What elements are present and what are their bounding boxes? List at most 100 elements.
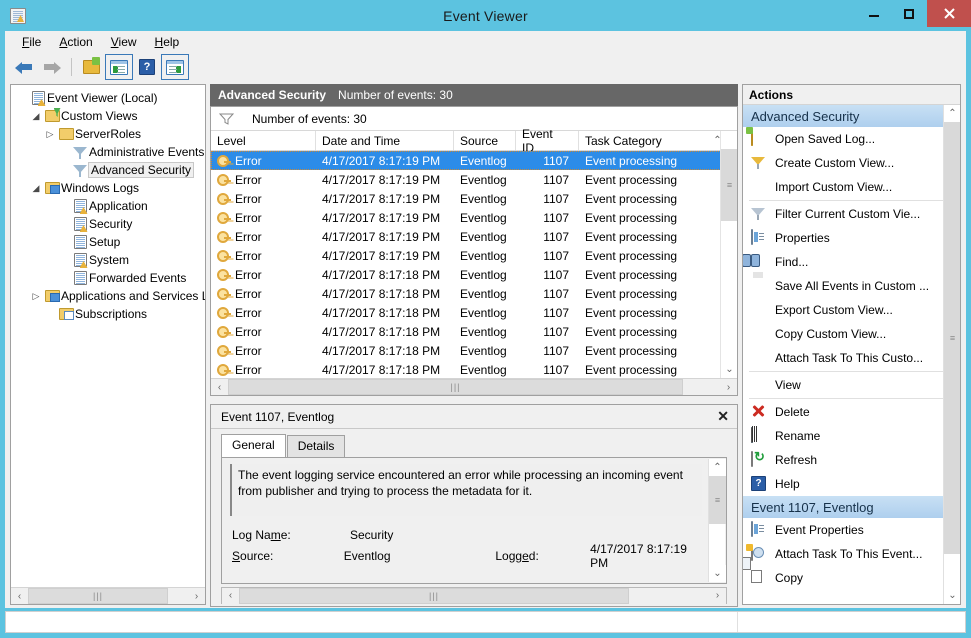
column-header-event-id[interactable]: Event ID (516, 127, 579, 155)
column-header-source[interactable]: Source (454, 131, 516, 150)
actions-pane: Actions Advanced Security ▲ Open Saved L… (742, 84, 961, 605)
action-attach-task-to-this-custom-view[interactable]: Attach Task To This Custo... (743, 346, 960, 370)
action-copy-custom-view[interactable]: Copy Custom View... (743, 322, 960, 346)
scroll-up-button[interactable]: ⌃ (944, 105, 960, 122)
action-properties[interactable]: Properties (743, 226, 960, 250)
action-label: Delete (775, 405, 810, 419)
tab-details[interactable]: Details (286, 435, 346, 457)
scroll-left-button[interactable]: ‹ (11, 588, 28, 604)
event-list-vertical-scrollbar[interactable]: ≡ ⌄ (720, 131, 737, 378)
scroll-right-button[interactable]: › (188, 588, 205, 604)
detail-vertical-scrollbar[interactable]: ⌃ ≡ ⌄ (708, 459, 726, 582)
actions-group-header-advanced-security[interactable]: Advanced Security ▲ (743, 105, 960, 127)
close-icon[interactable]: ✕ (717, 408, 729, 425)
table-row[interactable]: Error 4/17/2017 8:17:19 PM Eventlog 1107… (211, 189, 737, 208)
show-hide-console-tree-button[interactable] (105, 54, 133, 80)
open-folder-button[interactable] (78, 55, 104, 79)
sidebar-item-subscriptions[interactable]: Subscriptions (15, 305, 205, 323)
chevron-right-icon[interactable]: ▷ (29, 291, 43, 302)
close-button[interactable] (927, 0, 971, 27)
table-row[interactable]: Error 4/17/2017 8:17:19 PM Eventlog 1107… (211, 227, 737, 246)
action-export-custom-view[interactable]: Export Custom View... (743, 298, 960, 322)
action-delete[interactable]: Delete (743, 400, 960, 424)
table-row[interactable]: Error 4/17/2017 8:17:18 PM Eventlog 1107… (211, 303, 737, 322)
table-row[interactable]: Error 4/17/2017 8:17:19 PM Eventlog 1107… (211, 151, 737, 170)
table-row[interactable]: Error 4/17/2017 8:17:18 PM Eventlog 1107… (211, 322, 737, 341)
scroll-down-button[interactable]: ⌄ (709, 565, 726, 582)
sidebar-item-security[interactable]: Security (15, 215, 205, 233)
tree-horizontal-scrollbar[interactable]: ‹ ||| › (11, 587, 205, 604)
scroll-right-button[interactable]: › (720, 379, 737, 395)
sidebar-item-application[interactable]: Application (15, 197, 205, 215)
action-save-all-events[interactable]: Save All Events in Custom ... (743, 274, 960, 298)
menu-file[interactable]: File (13, 33, 50, 51)
chevron-down-icon[interactable]: ◢ (29, 183, 43, 194)
scroll-up-button[interactable]: ⌃ (709, 459, 726, 476)
scroll-left-button[interactable]: ‹ (222, 587, 239, 604)
column-header-date-and-time[interactable]: Date and Time (316, 131, 454, 150)
chevron-right-icon[interactable]: ▷ (43, 129, 57, 140)
menu-view[interactable]: View (102, 33, 146, 51)
scroll-left-button[interactable]: ‹ (211, 379, 228, 395)
action-help[interactable]: ? Help ▶ (743, 472, 960, 496)
scroll-thumb[interactable]: ≡ (944, 122, 960, 554)
menu-action[interactable]: Action (50, 33, 101, 51)
scroll-thumb[interactable]: ||| (228, 379, 683, 395)
maximize-button[interactable] (892, 0, 925, 27)
action-import-custom-view[interactable]: Import Custom View... (743, 175, 960, 199)
filter-summary-bar[interactable]: Number of events: 30 (211, 107, 737, 131)
forward-button[interactable] (39, 55, 65, 79)
sidebar-item-applications-and-services-logs[interactable]: ▷ Applications and Services Lo (15, 287, 205, 305)
table-row[interactable]: Error 4/17/2017 8:17:18 PM Eventlog 1107… (211, 284, 737, 303)
help-button[interactable]: ? (134, 55, 160, 79)
table-row[interactable]: Error 4/17/2017 8:17:19 PM Eventlog 1107… (211, 208, 737, 227)
table-row[interactable]: Error 4/17/2017 8:17:19 PM Eventlog 1107… (211, 170, 737, 189)
scroll-thumb[interactable]: ≡ (709, 476, 726, 524)
table-row[interactable]: Error 4/17/2017 8:17:18 PM Eventlog 1107… (211, 360, 737, 379)
sidebar-item-forwarded-events[interactable]: Forwarded Events (15, 269, 205, 287)
action-refresh[interactable]: Refresh (743, 448, 960, 472)
sidebar-item-setup[interactable]: Setup (15, 233, 205, 251)
action-rename[interactable]: Rename (743, 424, 960, 448)
column-header-task-category[interactable]: Task Category (579, 131, 709, 150)
scroll-right-button[interactable]: › (709, 587, 726, 604)
tab-general[interactable]: General (221, 434, 286, 457)
action-open-saved-log[interactable]: Open Saved Log... (743, 127, 960, 151)
action-attach-task-to-this-event[interactable]: Attach Task To This Event... (743, 542, 960, 566)
scroll-down-button[interactable]: ⌄ (944, 587, 960, 604)
table-row[interactable]: Error 4/17/2017 8:17:18 PM Eventlog 1107… (211, 341, 737, 360)
action-filter-current-custom-view[interactable]: Filter Current Custom Vie... (743, 202, 960, 226)
sidebar-item-serverroles[interactable]: ▷ ServerRoles (15, 125, 205, 143)
sidebar-item-system[interactable]: System (15, 251, 205, 269)
sidebar-item-windows-logs[interactable]: ◢ Windows Logs (15, 179, 205, 197)
sidebar-item-custom-views[interactable]: ◢ Custom Views (15, 107, 205, 125)
action-view[interactable]: View ▶ (743, 373, 960, 397)
actions-vertical-scrollbar[interactable]: ⌃ ≡ ⌄ (943, 105, 960, 604)
detail-horizontal-scrollbar[interactable]: ‹ ||| › (221, 587, 727, 604)
chevron-down-icon[interactable]: ◢ (29, 111, 43, 122)
scroll-track[interactable]: ||| (228, 379, 720, 395)
table-row[interactable]: Error 4/17/2017 8:17:18 PM Eventlog 1107… (211, 265, 737, 284)
minimize-button[interactable] (857, 0, 890, 27)
scroll-thumb[interactable]: ||| (239, 587, 629, 604)
event-list-horizontal-scrollbar[interactable]: ‹ ||| › (211, 378, 737, 395)
actions-group-header-event[interactable]: Event 1107, Eventlog ▲ (743, 496, 960, 518)
action-copy[interactable]: Copy ▶ (743, 566, 960, 590)
scroll-thumb[interactable]: ≡ (721, 149, 737, 221)
scroll-track[interactable]: ||| (239, 587, 709, 604)
sidebar-item-administrative-events[interactable]: Administrative Events (15, 143, 205, 161)
sidebar-item-advanced-security[interactable]: Advanced Security (15, 161, 205, 179)
menu-help[interactable]: Help (146, 33, 189, 51)
action-create-custom-view[interactable]: Create Custom View... (743, 151, 960, 175)
show-hide-action-pane-button[interactable] (161, 54, 189, 80)
tree-root-event-viewer[interactable]: Event Viewer (Local) (15, 89, 205, 107)
scroll-thumb[interactable]: ||| (28, 588, 168, 604)
column-header-level[interactable]: Level (211, 131, 316, 150)
action-find[interactable]: Find... (743, 250, 960, 274)
back-button[interactable] (11, 55, 37, 79)
scroll-down-button[interactable]: ⌄ (721, 361, 737, 378)
table-row[interactable]: Error 4/17/2017 8:17:19 PM Eventlog 1107… (211, 246, 737, 265)
action-event-properties[interactable]: Event Properties (743, 518, 960, 542)
cell-task: Event processing (585, 305, 678, 320)
scroll-track[interactable]: ||| (28, 588, 188, 604)
